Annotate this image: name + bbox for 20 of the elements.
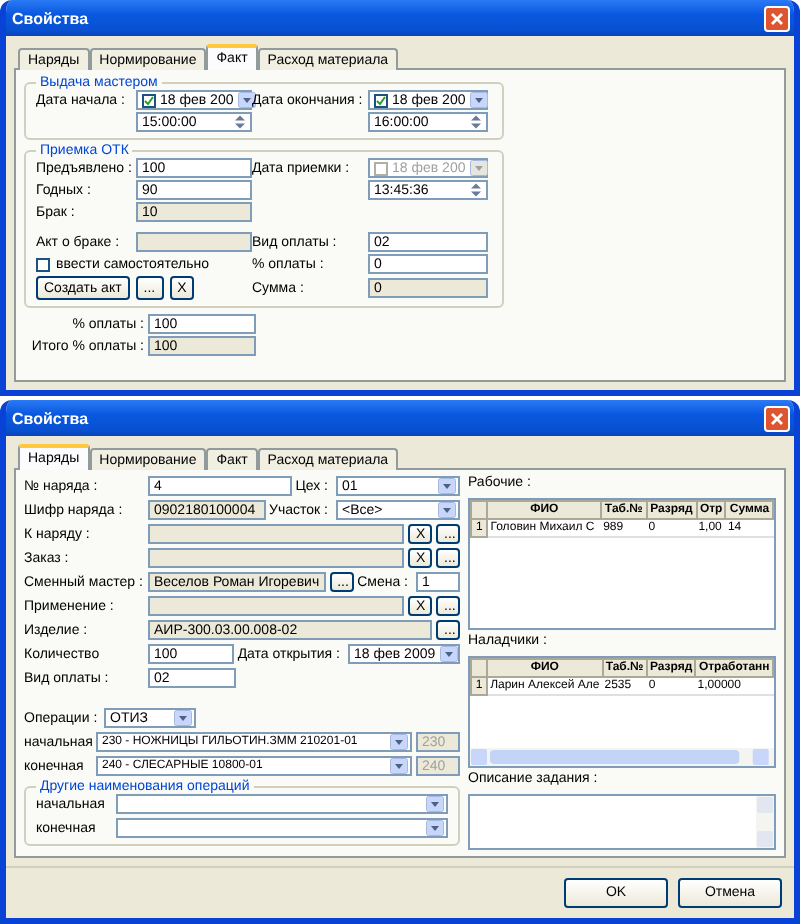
spinner-icon[interactable] bbox=[232, 114, 248, 130]
checkbox[interactable] bbox=[142, 93, 156, 107]
checkbox[interactable] bbox=[36, 257, 50, 271]
spinner-icon[interactable] bbox=[468, 114, 484, 130]
caret-icon[interactable] bbox=[237, 92, 256, 108]
text-area[interactable] bbox=[468, 794, 776, 850]
caret-icon[interactable] bbox=[439, 646, 458, 662]
dropdown[interactable] bbox=[116, 794, 448, 814]
close-icon[interactable] bbox=[770, 11, 784, 25]
close-button[interactable] bbox=[764, 405, 790, 431]
close-icon[interactable] bbox=[770, 411, 784, 425]
window-title: Свойства bbox=[12, 409, 89, 427]
horizontal-scrollbar[interactable] bbox=[470, 748, 774, 766]
spinner-icon[interactable] bbox=[468, 182, 484, 198]
vertical-scrollbar[interactable] bbox=[756, 796, 774, 848]
close-button[interactable] bbox=[764, 5, 790, 31]
caret-icon[interactable] bbox=[469, 92, 488, 108]
checkbox[interactable] bbox=[374, 93, 388, 107]
window-title: Свойства bbox=[12, 9, 89, 27]
dropdown[interactable] bbox=[116, 818, 448, 838]
